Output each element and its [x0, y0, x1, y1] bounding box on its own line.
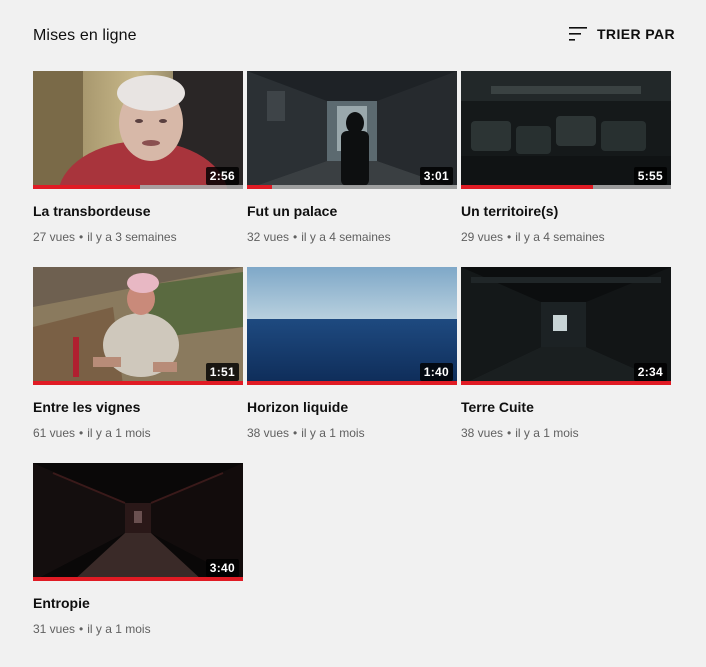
- video-card[interactable]: 3:01 Fut un palace 32 vues • il y a 4 sema…: [247, 71, 457, 251]
- video-meta: 29 vues • il y a 4 semaines: [461, 229, 671, 245]
- video-card[interactable]: 5:55 Un territoire(s) 29 vues • il y a 4 s…: [461, 71, 671, 251]
- video-card[interactable]: 2:56 La transbordeuse 27 vues • il y a 3 s…: [33, 71, 243, 251]
- video-card[interactable]: 2:34 Terre Cuite 38 vues • il y a 1 mois: [461, 267, 671, 447]
- video-thumbnail[interactable]: 2:56: [33, 71, 243, 189]
- video-thumbnail[interactable]: 3:40: [33, 463, 243, 581]
- watch-progress-track: [461, 381, 671, 385]
- view-count: 31 vues: [33, 622, 76, 636]
- video-meta: 38 vues • il y a 1 mois: [247, 425, 457, 441]
- video-thumbnail[interactable]: 1:51: [33, 267, 243, 385]
- view-count: 61 vues: [33, 426, 76, 440]
- duration-badge: 1:51: [205, 363, 239, 381]
- video-meta: 38 vues • il y a 1 mois: [461, 425, 671, 441]
- video-meta: 27 vues • il y a 3 semaines: [33, 229, 243, 245]
- view-count: 32 vues: [247, 230, 290, 244]
- video-title[interactable]: Horizon liquide: [247, 397, 457, 417]
- video-title[interactable]: La transbordeuse: [33, 201, 243, 221]
- sort-label: TRIER PAR: [596, 26, 675, 42]
- watch-progress-fill: [461, 381, 671, 385]
- view-count: 38 vues: [247, 426, 290, 440]
- upload-age: il y a 1 mois: [87, 622, 151, 636]
- duration-badge: 2:56: [205, 167, 239, 185]
- watch-progress-fill: [33, 577, 243, 581]
- video-title[interactable]: Terre Cuite: [461, 397, 671, 417]
- separator-dot: •: [293, 230, 298, 244]
- video-title[interactable]: Fut un palace: [247, 201, 457, 221]
- watch-progress-track: [461, 185, 671, 189]
- watch-progress-fill: [33, 381, 243, 385]
- separator-dot: •: [79, 622, 84, 636]
- duration-badge: 5:55: [633, 167, 667, 185]
- upload-age: il y a 3 semaines: [87, 230, 177, 244]
- video-thumbnail[interactable]: 3:01: [247, 71, 457, 189]
- video-thumbnail[interactable]: 1:40: [247, 267, 457, 385]
- view-count: 29 vues: [461, 230, 504, 244]
- watch-progress-fill: [461, 185, 594, 189]
- video-thumbnail[interactable]: 2:34: [461, 267, 671, 385]
- upload-age: il y a 1 mois: [515, 426, 579, 440]
- sort-button[interactable]: TRIER PAR: [566, 22, 675, 46]
- separator-dot: •: [507, 230, 512, 244]
- watch-progress-track: [247, 381, 457, 385]
- duration-badge: 2:34: [633, 363, 667, 381]
- video-card[interactable]: 3:40 Entropie 31 vues • il y a 1 mois: [33, 463, 243, 643]
- watch-progress-track: [33, 381, 243, 385]
- view-count: 27 vues: [33, 230, 76, 244]
- duration-badge: 3:01: [419, 167, 453, 185]
- watch-progress-track: [33, 185, 243, 189]
- video-thumbnail[interactable]: 5:55: [461, 71, 671, 189]
- video-meta: 31 vues • il y a 1 mois: [33, 621, 243, 637]
- upload-age: il y a 1 mois: [301, 426, 365, 440]
- video-title[interactable]: Entropie: [33, 593, 243, 613]
- duration-badge: 1:40: [419, 363, 453, 381]
- video-card[interactable]: 1:40 Horizon liquide 38 vues • il y a 1 mo…: [247, 267, 457, 447]
- page-header: Mises en ligne TRIER PAR: [33, 22, 675, 50]
- duration-badge: 3:40: [205, 559, 239, 577]
- upload-age: il y a 4 semaines: [515, 230, 605, 244]
- sort-icon: [568, 27, 587, 41]
- upload-age: il y a 4 semaines: [301, 230, 391, 244]
- watch-progress-track: [247, 185, 457, 189]
- video-card[interactable]: 1:51 Entre les vignes 61 vues • il y a 1 m…: [33, 267, 243, 447]
- upload-age: il y a 1 mois: [87, 426, 151, 440]
- video-meta: 32 vues • il y a 4 semaines: [247, 229, 457, 245]
- video-title[interactable]: Un territoire(s): [461, 201, 671, 221]
- page-title: Mises en ligne: [33, 27, 137, 44]
- separator-dot: •: [79, 426, 84, 440]
- watch-progress-fill: [247, 185, 273, 189]
- video-meta: 61 vues • il y a 1 mois: [33, 425, 243, 441]
- view-count: 38 vues: [461, 426, 504, 440]
- watch-progress-fill: [247, 381, 457, 385]
- video-title[interactable]: Entre les vignes: [33, 397, 243, 417]
- watch-progress-track: [33, 577, 243, 581]
- separator-dot: •: [79, 230, 84, 244]
- separator-dot: •: [507, 426, 512, 440]
- watch-progress-fill: [33, 185, 141, 189]
- separator-dot: •: [293, 426, 298, 440]
